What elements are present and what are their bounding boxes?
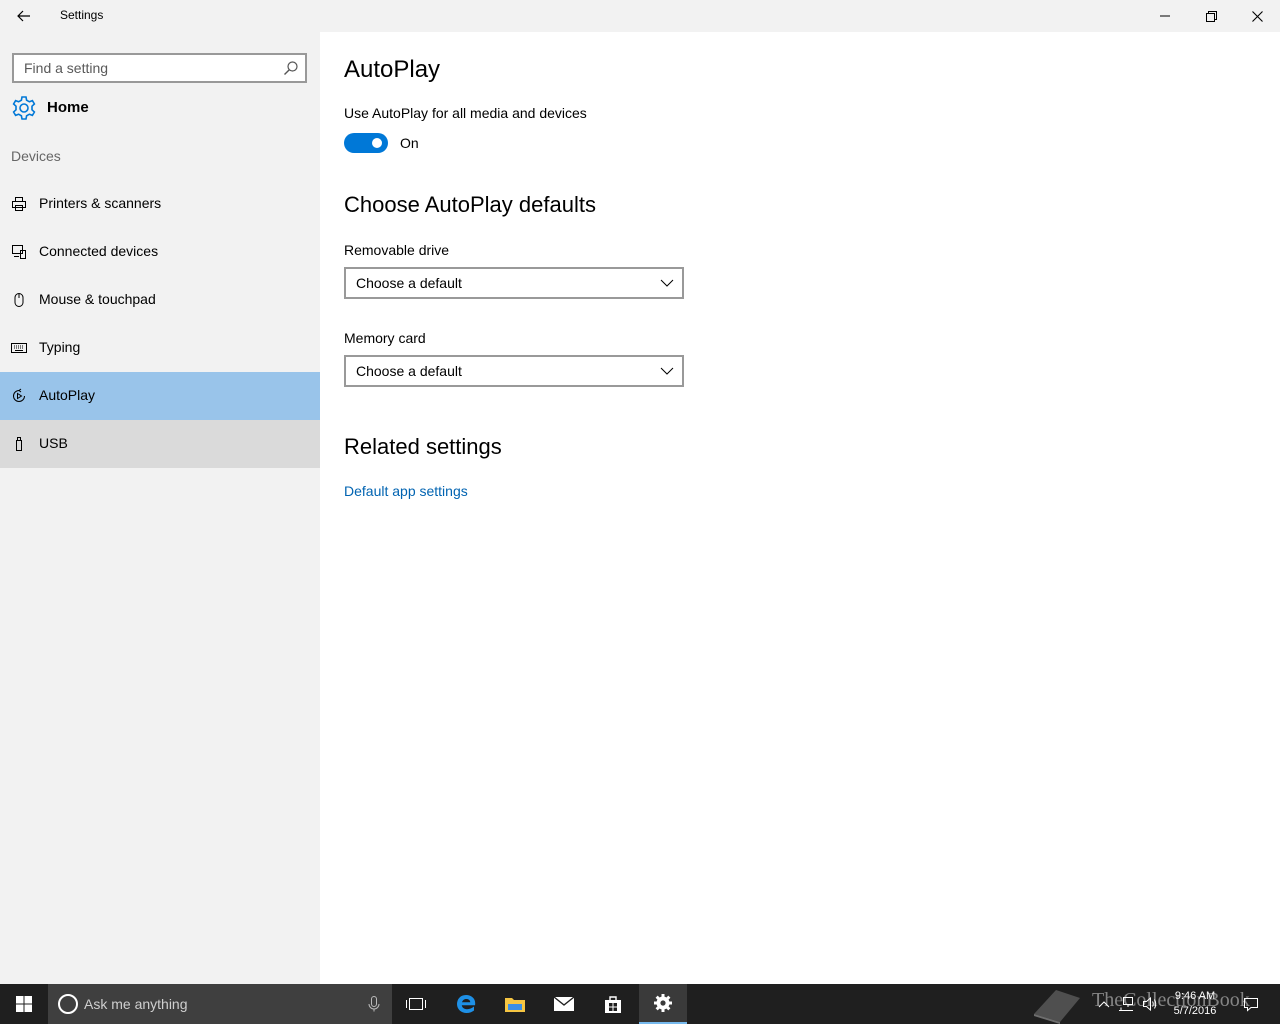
folder-icon (505, 998, 525, 1012)
edge-button[interactable] (442, 984, 490, 1024)
mail-icon (553, 996, 575, 1011)
cortana-icon (58, 994, 78, 1014)
action-center-icon[interactable] (1243, 996, 1259, 1012)
select-value: Choose a default (356, 275, 462, 291)
select-value: Choose a default (356, 363, 462, 379)
search-icon[interactable] (283, 60, 299, 76)
sidebar-item-typing[interactable]: Typing (0, 324, 320, 372)
file-explorer-button[interactable] (491, 984, 539, 1024)
connected-devices-icon (12, 245, 26, 259)
toggle-knob (372, 138, 382, 148)
clock-time: 9:46 AM (1174, 990, 1216, 1002)
restore-icon (1205, 10, 1217, 22)
window-title: Settings (60, 8, 104, 22)
close-icon (1251, 10, 1263, 22)
clock-date: 5/7/2016 (1173, 1005, 1217, 1017)
start-button[interactable] (0, 984, 48, 1024)
mail-button[interactable] (540, 984, 588, 1024)
section-label: Devices (11, 148, 61, 164)
chevron-up-icon[interactable] (1096, 996, 1112, 1012)
minimize-icon (1160, 15, 1170, 17)
usb-icon (16, 437, 22, 451)
autoplay-icon (13, 388, 25, 402)
sidebar-item-mouse[interactable]: Mouse & touchpad (0, 276, 320, 324)
main-content: AutoPlay Use AutoPlay for all media and … (320, 32, 1280, 984)
settings-taskbar-button[interactable] (639, 984, 687, 1024)
close-button[interactable] (1234, 0, 1280, 32)
microphone-icon[interactable] (368, 996, 380, 1012)
sidebar-item-usb[interactable]: USB (0, 420, 320, 468)
volume-icon[interactable] (1142, 996, 1158, 1012)
network-icon[interactable] (1118, 996, 1134, 1012)
sidebar-item-label: Printers & scanners (39, 195, 162, 211)
sidebar-item-printers[interactable]: Printers & scanners (0, 180, 320, 228)
home-link[interactable]: Home (0, 92, 320, 124)
autoplay-toggle-label: Use AutoPlay for all media and devices (344, 105, 587, 121)
autoplay-toggle[interactable] (344, 133, 388, 153)
related-settings-heading: Related settings (344, 434, 502, 459)
taskbar: TheCollectionBook 9:46 AM 5/7/2016 (0, 984, 1280, 1024)
keyboard-icon (11, 343, 27, 353)
cortana-search-box[interactable] (48, 984, 392, 1024)
book-icon (1034, 990, 1080, 1024)
back-arrow-icon (17, 10, 30, 22)
page-title: AutoPlay (344, 56, 441, 83)
chevron-down-icon (660, 279, 674, 287)
task-view-button[interactable] (392, 984, 440, 1024)
gear-icon (12, 96, 36, 120)
sidebar-item-connected-devices[interactable]: Connected devices (0, 228, 320, 276)
default-app-settings-link[interactable]: Default app settings (344, 483, 468, 499)
sidebar-item-label: Connected devices (39, 243, 159, 259)
sidebar: Home Devices Printers & scanners Connect… (0, 32, 320, 984)
title-bar: Settings (0, 0, 1280, 32)
sidebar-item-autoplay[interactable]: AutoPlay (0, 372, 320, 420)
cortana-search-input[interactable] (84, 984, 354, 1024)
gear-icon (654, 994, 672, 1012)
back-button[interactable] (0, 0, 48, 32)
memory-card-label: Memory card (344, 330, 426, 346)
store-icon (605, 996, 621, 1013)
restore-button[interactable] (1188, 0, 1234, 32)
sidebar-item-label: Typing (39, 339, 81, 355)
mouse-icon (14, 293, 24, 307)
task-view-icon (406, 998, 426, 1010)
sidebar-item-label: AutoPlay (39, 387, 96, 403)
printer-icon (12, 197, 26, 211)
toggle-state-text: On (400, 135, 419, 151)
defaults-heading: Choose AutoPlay defaults (344, 192, 596, 217)
sidebar-item-label: USB (39, 435, 68, 451)
windows-logo-icon (16, 996, 32, 1012)
search-box[interactable] (12, 53, 307, 83)
home-label: Home (47, 99, 89, 116)
memory-card-select[interactable]: Choose a default (344, 355, 684, 387)
removable-drive-label: Removable drive (344, 242, 450, 258)
removable-drive-select[interactable]: Choose a default (344, 267, 684, 299)
sidebar-item-label: Mouse & touchpad (39, 291, 156, 307)
store-button[interactable] (589, 984, 637, 1024)
chevron-down-icon (660, 367, 674, 375)
system-clock[interactable]: 9:46 AM 5/7/2016 (1162, 989, 1228, 1019)
minimize-button[interactable] (1142, 0, 1188, 32)
search-input[interactable] (14, 55, 274, 81)
edge-icon (457, 995, 476, 1013)
